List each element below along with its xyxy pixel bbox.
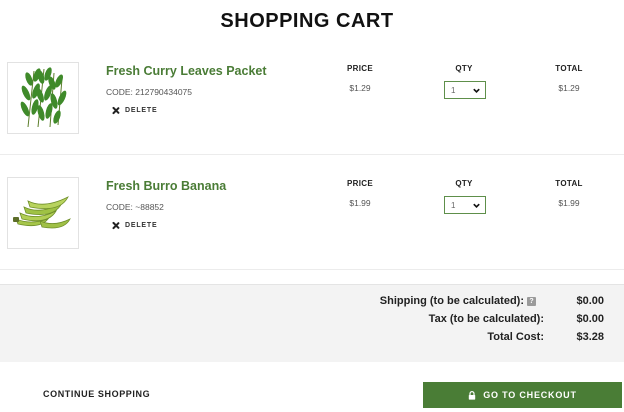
close-icon: [112, 107, 119, 114]
total-column-header: TOTAL: [555, 64, 583, 73]
item-price: $1.29: [349, 83, 371, 93]
order-summary: Shipping (to be calculated): ? $0.00 Tax…: [0, 284, 624, 362]
quantity-value: 1: [451, 200, 456, 210]
qty-column-header: QTY: [455, 64, 473, 73]
item-price: $1.99: [349, 198, 371, 208]
product-image-curry-leaves[interactable]: [7, 62, 79, 134]
delete-item-button[interactable]: DELETE: [112, 222, 157, 229]
shipping-line: Shipping (to be calculated): ? $0.00: [0, 293, 604, 309]
curry-leaves-image: [20, 67, 67, 128]
chevron-down-icon: [473, 88, 480, 93]
lock-icon: [469, 390, 476, 400]
total-column-header: TOTAL: [555, 179, 583, 188]
shipping-label: Shipping (to be calculated):: [379, 295, 524, 307]
product-name-link[interactable]: Fresh Burro Banana: [106, 179, 226, 193]
total-cost-value: $3.28: [576, 331, 604, 343]
quantity-value: 1: [451, 85, 456, 95]
product-code: CODE: 212790434075: [106, 87, 193, 97]
price-column-header: PRICE: [347, 64, 373, 73]
total-cost-line: Total Cost: $3.28: [0, 329, 604, 345]
delete-label: DELETE: [125, 222, 158, 229]
page-title: SHOPPING CART: [220, 10, 394, 32]
delete-item-button[interactable]: DELETE: [112, 107, 157, 114]
price-column-header: PRICE: [347, 179, 373, 188]
chevron-down-icon: [473, 203, 480, 208]
checkout-label: GO TO CHECKOUT: [483, 390, 577, 400]
banana-image: [13, 196, 71, 229]
help-icon[interactable]: ?: [527, 296, 536, 306]
tax-line: Tax (to be calculated): $0.00: [0, 311, 604, 327]
delete-label: DELETE: [125, 107, 158, 114]
checkout-button[interactable]: GO TO CHECKOUT: [423, 382, 622, 408]
close-icon: [112, 222, 119, 229]
continue-shopping-link[interactable]: CONTINUE SHOPPING: [43, 389, 150, 399]
total-cost-label: Total Cost:: [487, 331, 544, 343]
cart-item-row: Fresh Burro Banana CODE: ~88852 DELETE P…: [0, 155, 624, 270]
shipping-value: $0.00: [576, 295, 604, 307]
product-name-link[interactable]: Fresh Curry Leaves Packet: [106, 64, 267, 78]
qty-column-header: QTY: [455, 179, 473, 188]
tax-label: Tax (to be calculated):: [428, 313, 544, 325]
quantity-select[interactable]: 1: [444, 81, 486, 99]
cart-item-row: Fresh Curry Leaves Packet CODE: 21279043…: [0, 40, 624, 155]
product-image-banana[interactable]: [7, 177, 79, 249]
shopping-cart-page: SHOPPING CART Fresh Curry Leaves Packet …: [0, 0, 624, 412]
quantity-select[interactable]: 1: [444, 196, 486, 214]
product-code: CODE: ~88852: [106, 202, 164, 212]
item-total: $1.99: [558, 198, 580, 208]
item-total: $1.29: [558, 83, 580, 93]
tax-value: $0.00: [576, 313, 604, 325]
